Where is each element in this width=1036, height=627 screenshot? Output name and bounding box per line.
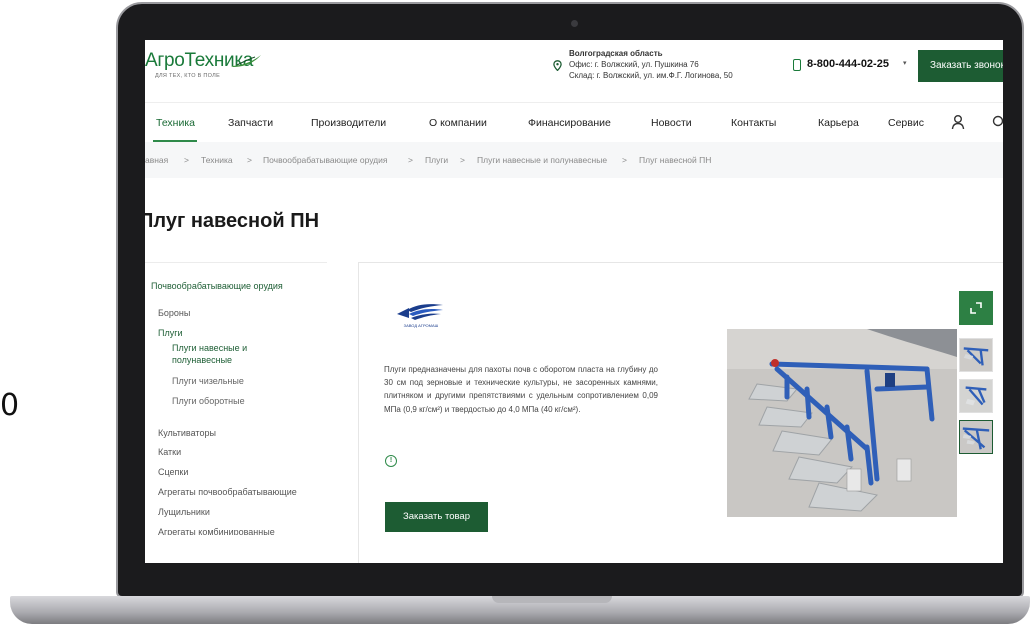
product-thumbnail-1[interactable]: [959, 338, 993, 372]
sidebar-item-agregaty-komb[interactable]: Агрегаты комбинированные: [158, 527, 275, 535]
breadcrumb: авная > Техника > Почвообрабатывающие ор…: [145, 142, 1003, 178]
sidebar-item-scepki[interactable]: Сцепки: [158, 467, 188, 477]
breadcrumb-home[interactable]: авная: [145, 155, 168, 165]
office-address: Офис: г. Волжский, ул. Пушкина 76: [569, 60, 699, 69]
breadcrumb-separator: >: [408, 155, 413, 165]
product-main-image[interactable]: [727, 329, 957, 517]
sidebar-item-katki[interactable]: Катки: [158, 447, 181, 457]
expand-icon: [970, 302, 982, 314]
sidebar-item-plugi[interactable]: Плуги: [158, 328, 183, 338]
address-block: Волгоградская область Офис: г. Волжский,…: [569, 48, 733, 81]
sidebar-divider: [145, 262, 327, 263]
sidebar-item-plugi-navesnye[interactable]: Плуги навесные и: [172, 343, 247, 353]
product-thumbnail-2[interactable]: [959, 379, 993, 413]
site-header: АгроТехника ДЛЯ ТЕХ, КТО В ПОЛЕ Волгогра…: [145, 40, 1003, 102]
breadcrumb-tehnika[interactable]: Техника: [201, 155, 233, 165]
brand-logo-text: ЗАВОД АГРОМАШ: [404, 323, 439, 328]
nav-item-kontakty[interactable]: Контакты: [731, 117, 776, 129]
sidebar-item-borony[interactable]: Бороны: [158, 308, 190, 318]
order-product-button[interactable]: Заказать товар: [385, 502, 488, 532]
callback-button[interactable]: Заказать звонок: [918, 50, 1003, 82]
breadcrumb-pochvo[interactable]: Почвообрабатывающие орудия: [263, 155, 387, 165]
stray-edge-text: 0: [0, 388, 20, 423]
camera-icon: [571, 20, 578, 27]
breadcrumb-separator: >: [247, 155, 252, 165]
expand-gallery-button[interactable]: [959, 291, 993, 325]
nav-item-servis[interactable]: Сервис: [888, 117, 924, 129]
main-nav: Техника Запчасти Производители О компани…: [145, 102, 1003, 142]
nav-item-o-kompanii[interactable]: О компании: [429, 117, 487, 129]
product-thumbnail-3[interactable]: [959, 420, 993, 454]
nav-item-novosti[interactable]: Новости: [651, 117, 692, 129]
breadcrumb-separator: >: [622, 155, 627, 165]
breadcrumb-navesnye[interactable]: Плуги навесные и полунавесные: [477, 155, 607, 165]
breadcrumb-separator: >: [460, 155, 465, 165]
nav-item-finansirovanie[interactable]: Финансирование: [528, 117, 611, 129]
sidebar-item-kultivatory[interactable]: Культиваторы: [158, 428, 216, 438]
breadcrumb-separator: >: [184, 155, 189, 165]
nav-item-kariera[interactable]: Карьера: [818, 117, 859, 129]
laptop-notch: [492, 596, 612, 603]
phone-icon: [793, 59, 801, 71]
sidebar-item-plugi-navesnye-cont[interactable]: полунавесные: [172, 355, 232, 365]
sidebar-item-agregaty-pochvo[interactable]: Агрегаты почвообрабатывающие: [158, 487, 297, 497]
breadcrumb-current: Плуг навесной ПН: [639, 155, 712, 165]
nav-item-proizvoditeli[interactable]: Производители: [311, 117, 386, 129]
sidebar-item-plugi-oborotnye[interactable]: Плуги оборотные: [172, 396, 245, 406]
sidebar-item-plugi-chizelnye[interactable]: Плуги чизельные: [172, 376, 244, 386]
nav-item-tehnika[interactable]: Техника: [156, 117, 195, 129]
product-description: Плуги предназначены для пахоты почв с об…: [384, 365, 658, 414]
logo-tagline: ДЛЯ ТЕХ, КТО В ПОЛЕ: [155, 73, 221, 79]
sidebar-heading[interactable]: Почвообрабатывающие орудия: [151, 281, 283, 291]
info-icon[interactable]: !: [385, 455, 397, 467]
chevron-down-icon[interactable]: ▾: [903, 59, 907, 67]
phone-number[interactable]: 8-800-444-02-25: [807, 58, 889, 70]
user-icon[interactable]: [951, 114, 965, 130]
nav-item-zapchasti[interactable]: Запчасти: [228, 117, 273, 129]
warehouse-address: Склад: г. Волжский, ул. им.Ф.Г. Логинова…: [569, 71, 733, 80]
sidebar-item-lushchilniki[interactable]: Лущильники: [158, 507, 210, 517]
location-pin-icon: [553, 60, 562, 71]
page-title: Плуг навесной ПН: [145, 210, 320, 232]
search-icon[interactable]: [992, 115, 1003, 129]
manufacturer-logo: ЗАВОД АГРОМАШ: [397, 304, 443, 328]
breadcrumb-plugi[interactable]: Плуги: [425, 155, 448, 165]
region-label: Волгоградская область: [569, 49, 663, 58]
leaf-logo-icon: [231, 55, 261, 67]
browser-screen: АгроТехника ДЛЯ ТЕХ, КТО В ПОЛЕ Волгогра…: [145, 40, 1003, 563]
